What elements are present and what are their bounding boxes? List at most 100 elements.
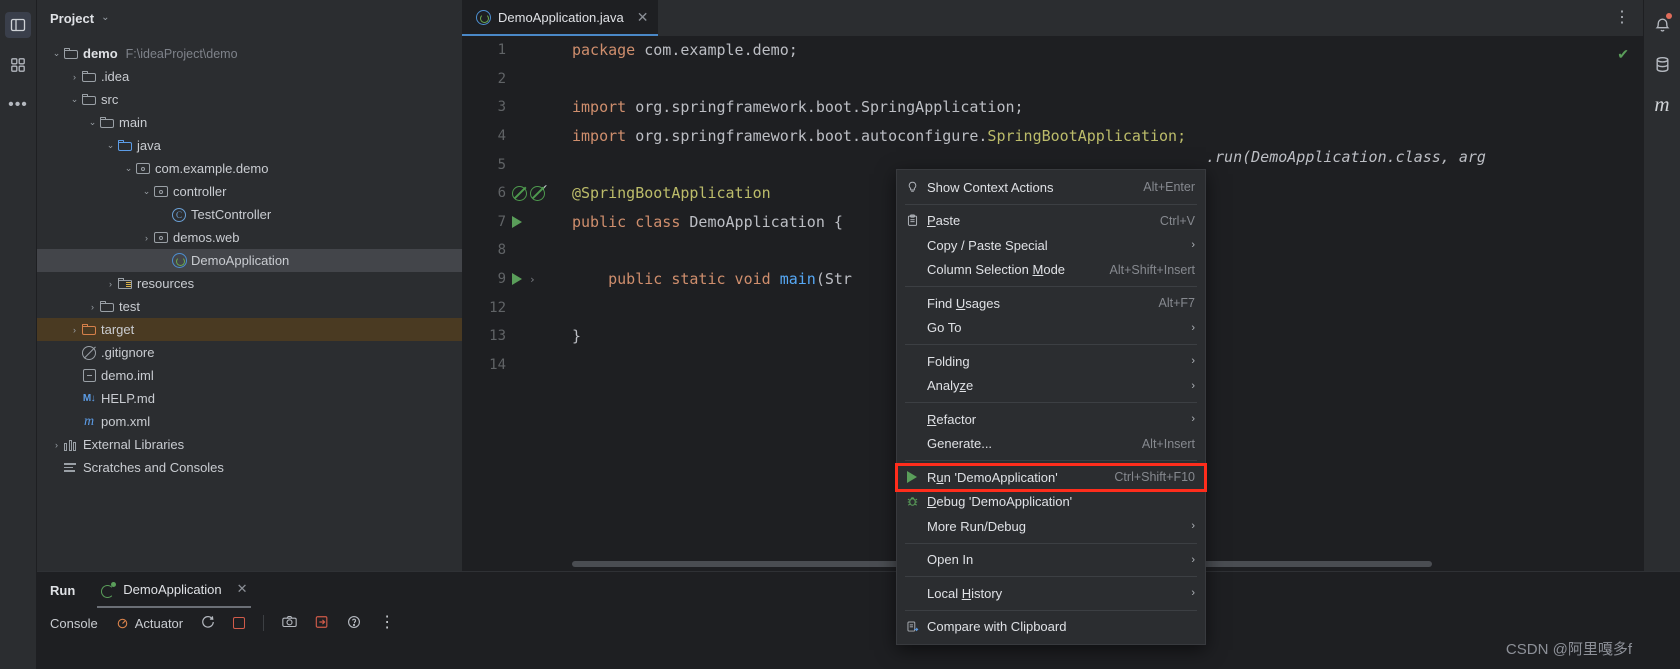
project-tool-window-icon[interactable] (5, 12, 31, 38)
tree-item-external-libraries[interactable]: › External Libraries (37, 433, 462, 456)
line-number: 12 (489, 299, 506, 316)
menu-item-local-history[interactable]: Local History › (897, 581, 1205, 606)
more-options-icon[interactable]: ⋮ (1614, 10, 1631, 26)
folder-icon (100, 301, 114, 312)
code-text: import org.springframework.boot.SpringAp… (572, 98, 1024, 117)
tree-item-demo[interactable]: ⌄ demo F:\ideaProject\demo (37, 42, 462, 65)
run-gutter-icon[interactable] (512, 273, 522, 286)
menu-item-open-in[interactable]: Open In › (897, 548, 1205, 573)
tree-item-scratches-and-consoles[interactable]: Scratches and Consoles (37, 456, 462, 479)
actuator-tab[interactable]: Actuator (116, 616, 183, 631)
camera-icon[interactable] (282, 615, 297, 631)
run-panel-title: Run (50, 582, 76, 598)
export-icon[interactable] (315, 615, 329, 632)
menu-item-copy-paste-special[interactable]: Copy / Paste Special › (897, 233, 1205, 258)
tree-item-testcontroller[interactable]: C TestController (37, 203, 462, 226)
tree-twisty[interactable]: › (50, 440, 63, 450)
menu-item-debug-demoapplication[interactable]: Debug 'DemoApplication' (897, 490, 1205, 515)
run-tool-window: Run DemoApplication ✕ Console Actuator ⋮ (37, 571, 1680, 669)
maven-glyph: m (1654, 91, 1670, 116)
tree-item-target[interactable]: › target (37, 318, 462, 341)
tree-item-help-md[interactable]: M↓ HELP.md (37, 387, 462, 410)
menu-item-generate[interactable]: Generate... Alt+Insert (897, 432, 1205, 457)
chevron-right-icon: › (1191, 587, 1195, 600)
structure-tool-window-icon[interactable] (5, 52, 31, 78)
close-icon[interactable]: ✕ (637, 9, 649, 26)
tree-twisty[interactable]: ⌄ (104, 140, 117, 151)
tab-demoapplication-java[interactable]: DemoApplication.java ✕ (462, 0, 659, 36)
tree-item-resources[interactable]: › resources (37, 272, 462, 295)
tree-item-controller[interactable]: ⌄ controller (37, 180, 462, 203)
fold-chevron-icon[interactable]: › (529, 273, 536, 286)
rerun-icon[interactable] (201, 615, 215, 632)
menu-item-label: Paste (927, 213, 961, 229)
tree-item-demos-web[interactable]: › demos.web (37, 226, 462, 249)
tree-twisty[interactable]: › (68, 325, 81, 335)
spring-bean-checked-gutter-icon[interactable]: ✔ (530, 183, 547, 201)
tree-twisty[interactable]: ⌄ (86, 117, 99, 128)
notification-badge (1666, 13, 1672, 19)
tree-twisty[interactable]: › (104, 279, 117, 289)
run-tab-demoapplication[interactable]: DemoApplication ✕ (97, 572, 252, 608)
more-tool-windows-icon[interactable]: ••• (5, 92, 31, 118)
editor-tab-bar: DemoApplication.java ✕ ⋮ (462, 0, 1643, 36)
tree-item-com-example-demo[interactable]: ⌄ com.example.demo (37, 157, 462, 180)
menu-item-paste[interactable]: Paste Ctrl+V (897, 209, 1205, 234)
tree-item-src[interactable]: ⌄ src (37, 88, 462, 111)
notifications-icon[interactable] (1648, 10, 1676, 38)
markdown-icon: M↓ (82, 393, 96, 404)
menu-item-compare-with-clipboard[interactable]: Compare with Clipboard (897, 615, 1205, 640)
database-icon[interactable] (1648, 50, 1676, 78)
chevron-down-icon[interactable]: ⌄ (101, 13, 109, 23)
tree-item-main[interactable]: ⌄ main (37, 111, 462, 134)
tree-item-java[interactable]: ⌄ java (37, 134, 462, 157)
menu-item-analyze[interactable]: Analyze › (897, 374, 1205, 399)
stop-icon[interactable] (233, 617, 246, 629)
run-tab-label: DemoApplication (123, 581, 222, 597)
menu-item-shortcut: Ctrl+V (1159, 213, 1195, 228)
menu-item-label: Local History (927, 585, 1003, 601)
tree-twisty[interactable]: ⌄ (140, 186, 153, 197)
inspection-status-icon[interactable]: ✔ (1617, 46, 1629, 63)
project-panel-header[interactable]: Project ⌄ (37, 0, 462, 36)
menu-item-show-context-actions[interactable]: Show Context Actions Alt+Enter (897, 175, 1205, 200)
menu-item-more-run-debug[interactable]: More Run/Debug › (897, 514, 1205, 539)
code-text: import org.springframework.boot.autoconf… (572, 127, 1187, 146)
close-icon[interactable]: ✕ (237, 581, 248, 597)
line-number: 2 (497, 70, 506, 87)
tree-item-demoapplication[interactable]: DemoApplication (37, 249, 462, 272)
tree-twisty[interactable]: ⌄ (122, 163, 135, 174)
menu-item-find-usages[interactable]: Find Usages Alt+F7 (897, 291, 1205, 316)
tree-item-idea[interactable]: › .idea (37, 65, 462, 88)
menu-item-label: Show Context Actions (927, 179, 1054, 195)
tree-item-gitignore[interactable]: .gitignore (37, 341, 462, 364)
menu-item-go-to[interactable]: Go To › (897, 316, 1205, 341)
menu-item-run-demoapplication[interactable]: Run 'DemoApplication' Ctrl+Shift+F10 (895, 463, 1207, 492)
tree-twisty[interactable]: › (140, 233, 153, 243)
tree-item-pom-xml[interactable]: m pom.xml (37, 410, 462, 433)
menu-item-refactor[interactable]: Refactor › (897, 407, 1205, 432)
project-panel-title: Project (50, 10, 95, 26)
chevron-right-icon: › (1191, 321, 1195, 334)
console-tab[interactable]: Console (50, 616, 98, 631)
more-options-icon[interactable]: ⋮ (379, 615, 396, 631)
menu-item-folding[interactable]: Folding › (897, 349, 1205, 374)
editor-context-menu[interactable]: Show Context Actions Alt+Enter Paste Ctrl+V… (895, 169, 1207, 645)
tree-twisty[interactable]: › (68, 72, 81, 82)
chevron-right-icon: › (1191, 355, 1195, 368)
tree-twisty[interactable]: › (86, 302, 99, 312)
run-gutter-icon[interactable] (512, 215, 522, 228)
tree-item-demo-iml[interactable]: demo.iml (37, 364, 462, 387)
menu-item-label: Generate... (927, 436, 993, 452)
spring-bean-gutter-icon[interactable] (512, 185, 527, 201)
help-icon[interactable] (347, 615, 361, 632)
maven-icon[interactable]: m (1648, 90, 1676, 118)
tree-twisty[interactable]: ⌄ (68, 94, 81, 105)
tree-twisty[interactable]: ⌄ (50, 48, 63, 59)
tree-item-label: java (137, 138, 161, 153)
tree-item-label: resources (137, 276, 195, 291)
maven-pom-icon: m (83, 413, 95, 429)
code-text: @SpringBootApplication (572, 184, 771, 203)
tree-item-test[interactable]: › test (37, 295, 462, 318)
menu-item-column-selection-mode[interactable]: Column Selection Mode Alt+Shift+Insert (897, 258, 1205, 283)
